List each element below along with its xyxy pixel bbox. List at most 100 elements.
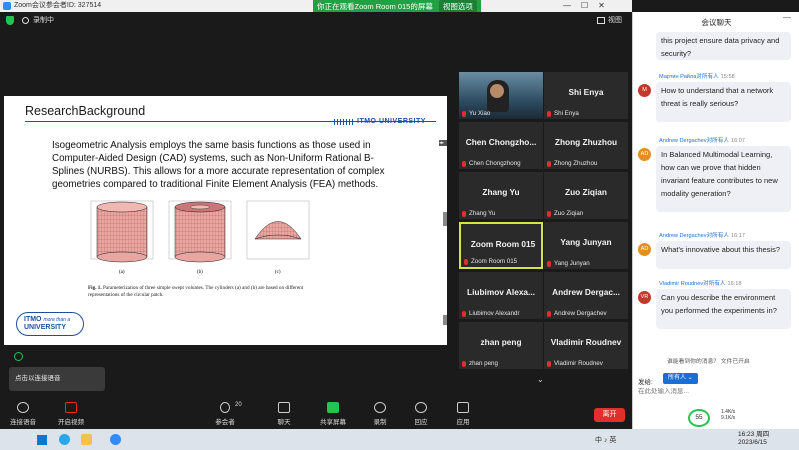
- window-controls: — ☐ ✕: [563, 0, 605, 12]
- chat-avatar: AD: [638, 148, 651, 161]
- participants-button[interactable]: 20 参会者: [205, 402, 245, 426]
- chat-sender[interactable]: Andrew Dergachev对所有人 16:07: [659, 136, 745, 144]
- muted-mic-icon: [547, 210, 551, 217]
- divider-handle-lower[interactable]: [443, 315, 447, 325]
- share-screen-button[interactable]: 共享屏幕: [313, 402, 353, 426]
- chat-button[interactable]: 聊天: [264, 402, 304, 426]
- start-video-button[interactable]: 开启视频: [51, 402, 91, 426]
- annotate-pen-icon[interactable]: [14, 352, 23, 361]
- muted-mic-icon: [462, 160, 466, 167]
- figure-caption-text: Parameterization of three simple swept v…: [88, 285, 304, 298]
- chat-sender-name: Andrew Dergachev对所有人: [659, 138, 729, 144]
- reactions-button[interactable]: 回应: [401, 402, 441, 426]
- chat-sender[interactable]: Мартин Райла对所有人 15:58: [659, 72, 735, 80]
- reactions-label: 回应: [414, 419, 428, 426]
- start-video-label: 开启视频: [58, 419, 84, 426]
- figure-panel-a: [90, 200, 154, 263]
- participant-name: Zoom Room 015: [471, 258, 518, 265]
- video-off-icon: [65, 402, 77, 413]
- figure-label-a: (a): [119, 270, 125, 275]
- figure-label-c: (c): [275, 270, 281, 275]
- maximize-icon[interactable]: ☐: [581, 0, 588, 12]
- network-speed-readout: 1.4K/s 9.1K/s: [721, 409, 735, 421]
- chat-message: Can you describe the environment you per…: [656, 289, 791, 329]
- send-to-value: 所有人: [668, 375, 687, 381]
- muted-mic-icon: [462, 360, 466, 367]
- participant-tile[interactable]: Andrew Dergac... Andrew Dergachev: [544, 272, 628, 319]
- participant-tile[interactable]: Zhong Zhuzhou Zhong Zhuzhou: [544, 122, 628, 169]
- participant-tile[interactable]: Zuo Ziqian Zuo Ziqian: [544, 172, 628, 219]
- record-icon: [374, 402, 386, 413]
- chat-panel-title: 会议聊天: [701, 18, 732, 27]
- windows-taskbar: 中 ♪ 英 16:23 周四 2023/6/15: [0, 429, 799, 450]
- chat-visibility-hint[interactable]: 谁能看到你的消息？ 文件已开启: [667, 356, 750, 365]
- record-label: 录制: [373, 419, 387, 426]
- itmo-logo: ITMO UNIVERSITY: [334, 118, 426, 125]
- chat-message-list[interactable]: this project ensure data privacy and sec…: [633, 32, 799, 354]
- participant-tile[interactable]: Liubimov Alexa... Liubimov Alexandr: [459, 272, 543, 319]
- meeting-top-bar: 录制中 视图: [0, 12, 632, 29]
- edge-browser-icon[interactable]: [59, 434, 70, 445]
- chat-avatar: AD: [638, 243, 651, 256]
- slide-title: ResearchBackground: [25, 104, 146, 118]
- participant-tile[interactable]: Chen Chongzho... Chen Chongzhong: [459, 122, 543, 169]
- security-shield-icon[interactable]: [6, 16, 14, 25]
- shared-screen-slide: ResearchBackground ITMO UNIVERSITY Isoge…: [4, 96, 447, 345]
- zoom-logo-icon: [3, 2, 11, 10]
- participant-name-label: Vladimir Roudnev: [547, 360, 603, 367]
- leave-button[interactable]: 离开: [594, 408, 625, 422]
- participant-name: Chen Chongzhong: [469, 160, 521, 167]
- chat-time: 16:17: [730, 233, 745, 239]
- participant-tile[interactable]: Yang Junyan Yang Junyan: [544, 222, 628, 269]
- view-button[interactable]: 视图: [597, 15, 622, 25]
- participant-name: Zuo Ziqian: [554, 210, 584, 217]
- muted-mic-icon: [547, 110, 551, 117]
- chat-message-input[interactable]: [638, 388, 788, 395]
- recording-icon: [22, 17, 29, 24]
- participant-name: Liubimov Alexandr: [469, 310, 520, 317]
- record-button[interactable]: 录制: [360, 402, 400, 426]
- chat-avatar: M: [638, 84, 651, 97]
- participant-tile[interactable]: Yu Xiao: [459, 72, 543, 119]
- participant-name-label: Zhang Yu: [462, 210, 495, 217]
- muted-mic-icon: [464, 258, 468, 265]
- chat-panel-close-icon[interactable]: —: [783, 13, 791, 22]
- participant-name: zhan peng: [469, 360, 498, 367]
- muted-mic-icon: [547, 160, 551, 167]
- chat-sender[interactable]: Vladimir Roudnev对所有人 16:18: [659, 279, 742, 287]
- send-to-dropdown[interactable]: 所有人 ⌄: [663, 373, 698, 384]
- participant-tile[interactable]: Zoom Room 015 Zoom Room 015: [459, 222, 543, 269]
- network-speed-gauge: 55: [688, 409, 710, 427]
- chat-bubble-icon: [278, 402, 290, 413]
- participant-tile[interactable]: Zhang Yu Zhang Yu: [459, 172, 543, 219]
- connect-audio-button[interactable]: 连接语音: [3, 402, 43, 426]
- close-icon[interactable]: ✕: [598, 0, 605, 12]
- collapse-arrow-icon[interactable]: ◂▸: [439, 140, 447, 146]
- participant-name-label: Zoom Room 015: [464, 258, 517, 265]
- participant-tile[interactable]: Shi Enya Shi Enya: [544, 72, 628, 119]
- itmo-university-badge: ITMO more than a UNIVERSITY: [16, 312, 84, 336]
- apps-button[interactable]: 应用: [443, 402, 483, 426]
- taskbar-clock[interactable]: 16:23 周四 2023/6/15: [738, 431, 769, 447]
- gallery-expand-chevron-icon[interactable]: ⌄: [537, 375, 544, 384]
- system-tray[interactable]: 中 ♪ 英: [595, 435, 616, 445]
- divider-handle[interactable]: [443, 212, 447, 226]
- file-explorer-icon[interactable]: [81, 434, 92, 445]
- connect-audio-label: 连接语音: [10, 419, 36, 426]
- zoom-window: Zoom会议参会者ID: 327514 你正在观看Zoom Room 015的屏…: [0, 0, 799, 450]
- participants-count: 20: [235, 402, 242, 408]
- participant-name-label: Andrew Dergachev: [547, 310, 607, 317]
- participant-tile[interactable]: Vladimir Roudnev Vladimir Roudnev: [544, 322, 628, 369]
- muted-mic-icon: [547, 310, 551, 317]
- chat-sender[interactable]: Andrew Dergachev对所有人 16:17: [659, 231, 745, 239]
- participant-name: Yang Junyan: [554, 260, 590, 267]
- connect-audio-popup[interactable]: 点击以连接语音: [9, 367, 105, 391]
- zoom-taskbar-icon[interactable]: [110, 434, 121, 445]
- windows-start-icon[interactable]: [37, 435, 47, 445]
- muted-mic-icon: [462, 210, 466, 217]
- chat-avatar: VR: [638, 291, 651, 304]
- participant-name: Zhong Zhuzhou: [554, 160, 598, 167]
- participant-tile[interactable]: zhan peng zhan peng: [459, 322, 543, 369]
- minimize-icon[interactable]: —: [563, 0, 571, 12]
- meeting-toolbar: 连接语音 开启视频 20 参会者 聊天 共享屏幕 录制 回应 应用: [0, 400, 632, 429]
